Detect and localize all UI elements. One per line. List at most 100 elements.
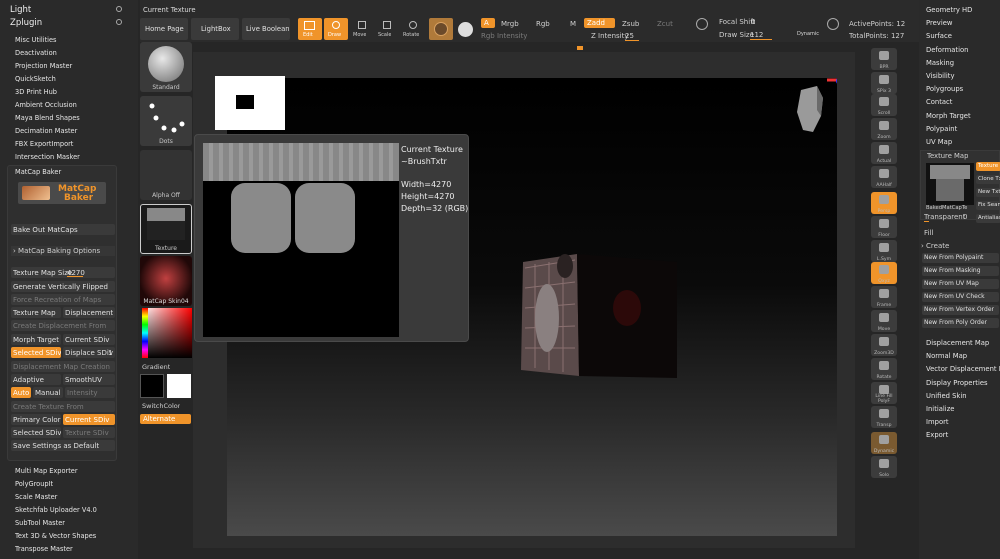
zplugin-item-matcap-baker[interactable]: MatCap Baker (15, 168, 61, 176)
alpha-off-thumb[interactable]: Alpha Off (140, 150, 192, 200)
menu-geometry-hd[interactable]: Geometry HD (926, 6, 972, 14)
zcut-button[interactable]: Zcut (657, 20, 673, 28)
force-recreation-button[interactable]: Force Recreation of Maps (11, 294, 115, 305)
save-settings-button[interactable]: Save Settings as Default (11, 440, 115, 451)
tool-aahalf[interactable]: AAHalf (871, 166, 897, 188)
a-button[interactable]: A (481, 18, 495, 28)
mrgb-button[interactable]: Mrgb (501, 20, 519, 28)
texture-map-thumb[interactable] (926, 163, 974, 205)
texture-on-button[interactable]: Texture On (976, 162, 1000, 171)
menu-displacement-map[interactable]: Displacement Map (926, 339, 989, 347)
tool-qxyz[interactable]: Qxyz (871, 262, 897, 284)
new-txtr-button[interactable]: New Txtr (976, 188, 1000, 197)
dots-stroke-thumb[interactable]: Dots (140, 96, 192, 146)
clone-txtr-button[interactable]: Clone Txtr (976, 175, 1000, 184)
menu-visibility[interactable]: Visibility (926, 72, 955, 80)
tool-l-sym[interactable]: L.Sym (871, 240, 897, 262)
current-sdiv-button[interactable]: Current SDiv (63, 334, 115, 345)
create-new-from-vertex-order[interactable]: New From Vertex Order (922, 305, 999, 315)
tool-dynamic[interactable]: Dynamic (871, 432, 897, 454)
zplugin-item-polygroupit[interactable]: PolyGroupIt (15, 480, 53, 488)
zplugin-item-misc-utilities[interactable]: Misc Utilities (15, 36, 57, 44)
zplugin-item-3d-print-hub[interactable]: 3D Print Hub (15, 88, 57, 96)
displace-sdiv-slider[interactable]: Displace SDiv 1 (63, 347, 115, 358)
smooth-uv-button[interactable]: SmoothUV (63, 374, 115, 385)
create-new-from-poly-order[interactable]: New From Poly Order (922, 318, 999, 328)
zplugin-item-multi-map-exporter[interactable]: Multi Map Exporter (15, 467, 78, 475)
navigation-head-icon[interactable] (787, 78, 837, 148)
rgb-intensity-slider[interactable]: Rgb Intensity (481, 32, 527, 40)
tool-move[interactable]: Move (871, 310, 897, 332)
main-color-swatch[interactable] (140, 374, 164, 398)
edit-button[interactable]: Edit (298, 18, 322, 40)
texture-map-button[interactable]: Texture Map (11, 307, 61, 318)
create-new-from-uv-check[interactable]: New From UV Check (922, 292, 999, 302)
tool-spix-3[interactable]: SPix 3 (871, 72, 897, 94)
menu-polypaint[interactable]: Polypaint (926, 125, 957, 133)
rotate-button[interactable]: Rotate (401, 18, 425, 40)
menu-surface[interactable]: Surface (926, 32, 952, 40)
tool-floor[interactable]: Floor (871, 216, 897, 238)
zplugin-item-transpose-master[interactable]: Transpose Master (15, 545, 73, 553)
switch-color-button[interactable]: SwitchColor (142, 402, 180, 410)
matcap-thumb[interactable]: MatCap Skin04 (140, 256, 192, 306)
color-picker[interactable] (142, 308, 192, 358)
selected-sdiv-texture-button[interactable]: Selected SDiv (11, 427, 61, 438)
antialias-button[interactable]: Antialias (976, 214, 1000, 223)
secondary-color-swatch[interactable] (167, 374, 191, 398)
menu-contact[interactable]: Contact (926, 98, 952, 106)
menu-masking[interactable]: Masking (926, 59, 954, 67)
z-intensity-slider[interactable]: Z Intensity 25 (591, 31, 691, 41)
standard-brush-thumb[interactable]: Standard (140, 42, 192, 92)
zplugin-item-scale-master[interactable]: Scale Master (15, 493, 57, 501)
zplugin-item-ambient-occlusion[interactable]: Ambient Occlusion (15, 101, 77, 109)
create-toggle[interactable]: › Create (921, 242, 949, 250)
create-new-from-uv-map[interactable]: New From UV Map (922, 279, 999, 289)
texture-map-header[interactable]: Texture Map (927, 152, 968, 160)
menu-import[interactable]: Import (926, 418, 949, 426)
material-thumbnail[interactable] (429, 18, 453, 40)
texture-map-size-slider[interactable]: Texture Map Size 4270 (11, 267, 115, 278)
lightbox-button[interactable]: LightBox (191, 18, 239, 40)
morph-target-button[interactable]: Morph Target (11, 334, 61, 345)
tool-scroll[interactable]: Scroll (871, 94, 897, 116)
gradient-label[interactable]: Gradient (142, 363, 170, 371)
auto-button[interactable]: Auto (11, 387, 31, 398)
texture-thumb[interactable]: Texture (140, 204, 192, 254)
zsub-button[interactable]: Zsub (622, 20, 639, 28)
menu-display-properties[interactable]: Display Properties (926, 379, 988, 387)
light-menu[interactable]: Light (10, 5, 31, 15)
move-button[interactable]: Move (350, 18, 374, 40)
home-page-button[interactable]: Home Page (140, 18, 188, 40)
fill-button[interactable]: Fill (924, 229, 933, 237)
draw-button[interactable]: Draw (324, 18, 348, 40)
texture-sdiv-slider[interactable]: Texture SDiv (63, 427, 115, 438)
baking-options-toggle[interactable]: › MatCap Baking Options (11, 246, 115, 256)
tool-line-fill-polyf[interactable]: Line Fill PolyF (871, 382, 897, 404)
tool-actual[interactable]: Actual (871, 142, 897, 164)
live-boolean-button[interactable]: Live Boolean (242, 18, 290, 40)
zplugin-item-projection-master[interactable]: Projection Master (15, 62, 72, 70)
tool-frame[interactable]: Frame (871, 286, 897, 308)
zplugin-item-decimation-master[interactable]: Decimation Master (15, 127, 77, 135)
generate-flipped-button[interactable]: Generate Vertically Flipped (11, 281, 115, 292)
refresh-icon[interactable] (116, 19, 122, 25)
zplugin-item-text-3d-vector-shapes[interactable]: Text 3D & Vector Shapes (15, 532, 96, 540)
intensity-slider[interactable]: Intensity (65, 387, 115, 398)
scale-button[interactable]: Scale (375, 18, 399, 40)
menu-deformation[interactable]: Deformation (926, 46, 968, 54)
tool-rotate[interactable]: Rotate (871, 358, 897, 380)
menu-morph-target[interactable]: Morph Target (926, 112, 971, 120)
menu-uv-map[interactable]: UV Map (926, 138, 952, 146)
focal-shift-slider[interactable]: Focal Shift 0 (719, 17, 819, 27)
zplugin-item-quicksketch[interactable]: QuickSketch (15, 75, 56, 83)
texture-sphere-icon[interactable] (458, 22, 473, 37)
create-new-from-masking[interactable]: New From Masking (922, 266, 999, 276)
menu-polygroups[interactable]: Polygroups (926, 85, 963, 93)
menu-export[interactable]: Export (926, 431, 948, 439)
zplugin-item-intersection-masker[interactable]: Intersection Masker (15, 153, 80, 161)
manual-button[interactable]: Manual (33, 387, 63, 398)
create-new-from-polypaint[interactable]: New From Polypaint (922, 253, 999, 263)
menu-normal-map[interactable]: Normal Map (926, 352, 967, 360)
rgb-button[interactable]: Rgb (536, 20, 550, 28)
